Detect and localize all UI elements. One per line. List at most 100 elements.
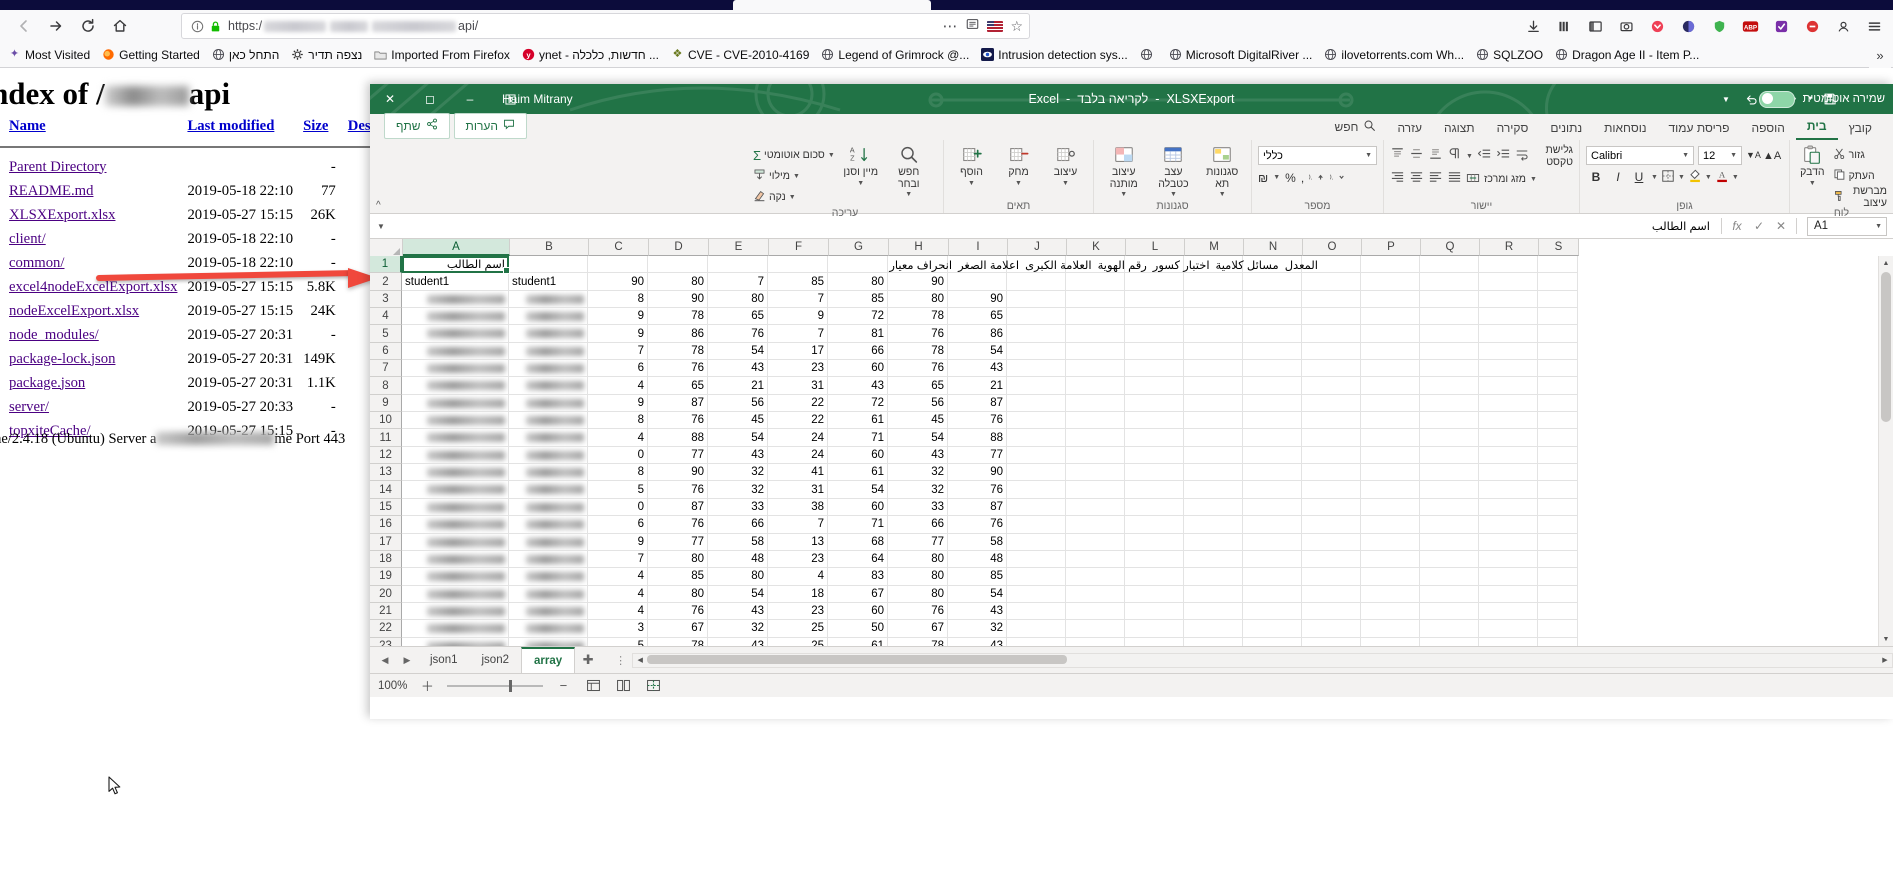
scroll-down-icon[interactable]: ▼ [1879,632,1893,646]
decrease-decimal-icon[interactable]: .00 [1324,169,1346,186]
grid-cell[interactable]: 32 [708,481,768,499]
sheet-tab-array[interactable]: array [521,647,576,673]
grid-cell[interactable] [1243,481,1302,499]
table-row[interactable]: README.md 2019-05-18 22:10 77 [0,179,420,203]
grid-row[interactable]: 5 76 32 31 54 32 76 [402,481,1578,499]
font-size-input[interactable]: ▼ 12 [1698,146,1742,165]
grid-cell[interactable] [1243,446,1302,465]
grid-cell[interactable] [1361,377,1420,395]
grid-cell[interactable]: 64 [828,550,888,569]
grid-cell[interactable]: 77 [888,533,948,551]
grid-row[interactable]: 3 67 32 25 50 67 32 [402,620,1578,638]
chevron-down-icon[interactable]: ▼ [1170,191,1177,199]
grid-cell[interactable] [1007,377,1066,395]
confirm-icon[interactable]: ✓ [1748,216,1770,236]
grid-cell[interactable] [509,637,588,646]
grid-cell[interactable]: 67 [828,585,888,603]
grid-cell[interactable] [1007,273,1066,291]
grid-cell[interactable] [1243,550,1302,569]
normal-view-icon[interactable] [583,677,603,695]
grid-cell[interactable] [1538,342,1578,361]
column-modified-header[interactable]: Last modified [187,118,303,141]
grid-cell[interactable]: 38 [768,498,828,517]
grid-cell[interactable]: 60 [828,498,888,517]
grid-cell[interactable]: 9 [588,394,648,413]
grid-cell[interactable]: 32 [948,620,1007,638]
grid-cell[interactable] [1007,446,1066,465]
grid-cell[interactable] [1538,325,1578,343]
grid-cell[interactable] [1243,377,1302,395]
grid-cell[interactable] [1243,342,1302,361]
grid-cell[interactable] [509,412,588,430]
grid-cell[interactable] [1125,602,1184,621]
grid-cell[interactable] [402,308,509,326]
grid-cell[interactable] [1007,464,1066,482]
grid-cell[interactable] [1184,602,1243,621]
grid-cell[interactable] [1361,498,1420,517]
grid-cell[interactable] [1243,412,1302,430]
grid-cell[interactable]: 43 [948,602,1007,621]
align-right-icon[interactable] [1390,169,1405,189]
row-header[interactable]: 18 [370,550,402,569]
grid-cell[interactable] [402,498,509,517]
grid-cell[interactable] [1125,308,1184,326]
grid-cell[interactable] [1243,568,1302,586]
file-link[interactable]: client/ [9,231,46,247]
fill-color-dropdown-icon[interactable]: ▼ [1705,174,1712,181]
grid-cell[interactable]: 87 [948,394,1007,413]
fill-button[interactable]: מילוי ▼ [753,166,835,186]
grid-cell[interactable]: 65 [648,377,708,395]
grid-cell[interactable]: 32 [708,464,768,482]
grid-cell[interactable] [1066,516,1125,534]
grid-cell[interactable] [509,516,588,534]
grid-cell[interactable] [509,464,588,482]
grid-cell[interactable] [708,256,768,274]
chevron-down-icon[interactable]: ▼ [1062,180,1069,188]
grid-cell[interactable]: 5 [588,637,648,646]
ellipsis-icon[interactable]: ⋯ [942,19,958,34]
grid-cell[interactable]: 43 [708,360,768,378]
grid-cell[interactable] [1184,429,1243,447]
spreadsheet-grid[interactable]: A B C D E F G H I J K L M N O P Q R S 1 … [370,239,1893,646]
grid-cell[interactable]: 76 [888,602,948,621]
grid-cell[interactable] [1243,620,1302,638]
grid-cell[interactable] [1361,637,1420,646]
grid-cell[interactable]: 80 [708,568,768,586]
chevron-down-icon[interactable]: ▼ [1219,191,1226,199]
grid-cell[interactable] [1184,377,1243,395]
addon-red-icon[interactable] [1797,12,1827,40]
column-header-q[interactable]: Q [1421,239,1480,256]
grid-cell[interactable] [1007,568,1066,586]
grid-cell[interactable] [1184,290,1243,309]
grid-cell[interactable]: 54 [708,342,768,361]
grid-cell[interactable] [1538,585,1578,603]
grid-cell[interactable] [509,568,588,586]
bookmark-dragon-age[interactable]: Dragon Age II - Item P... [1549,46,1705,64]
grid-cell[interactable]: 4 [588,568,648,586]
column-header-r[interactable]: R [1480,239,1539,256]
grid-cell[interactable] [1302,516,1361,534]
format-as-table-button[interactable]: עצב כטבלה ▼ [1152,144,1196,199]
page-layout-view-icon[interactable] [613,677,633,695]
rtl-direction-icon[interactable] [1447,146,1462,166]
home-icon[interactable] [104,12,136,40]
grid-cell[interactable]: 78 [648,308,708,326]
grid-cell[interactable] [1479,533,1538,551]
align-bottom-icon[interactable] [1428,146,1443,166]
grid-cell[interactable]: 3 [588,620,648,638]
grid-cell[interactable]: 43 [948,360,1007,378]
file-link[interactable]: Parent Directory [9,159,106,175]
grid-cell[interactable] [402,602,509,621]
grid-cell[interactable] [1361,446,1420,465]
grid-cell[interactable] [1125,412,1184,430]
grid-cell[interactable]: 54 [948,585,1007,603]
grid-cell[interactable] [1243,325,1302,343]
grid-cell[interactable] [1066,568,1125,586]
justify-icon[interactable] [1447,169,1462,189]
merge-center-button[interactable]: מזג ומרכז ▼ [1466,169,1537,189]
column-header-k[interactable]: K [1067,239,1126,256]
grid-cell[interactable] [1125,464,1184,482]
row-header[interactable]: 12 [370,446,402,465]
grid-cell[interactable]: 76 [888,360,948,378]
reader-view-icon[interactable] [965,17,980,36]
